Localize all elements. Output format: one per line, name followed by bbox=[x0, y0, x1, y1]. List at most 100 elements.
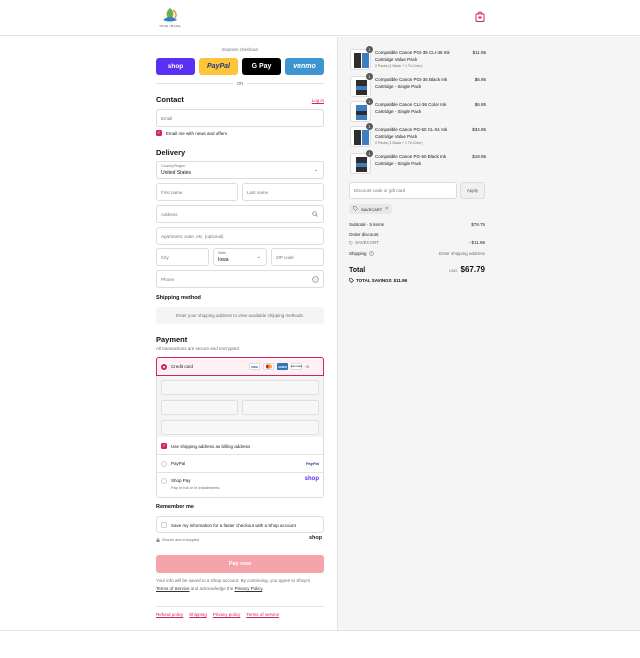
cart-item: 1 Compatible Canon PG-50 Black Ink Cartr… bbox=[350, 150, 486, 177]
terms-link[interactable]: Terms of Service bbox=[156, 586, 190, 591]
shipping-policy-link[interactable]: Shipping bbox=[189, 612, 207, 617]
zip-placeholder: ZIP code bbox=[276, 254, 294, 260]
credit-card-label: Credit card bbox=[171, 364, 194, 369]
email-placeholder: Email bbox=[161, 115, 173, 121]
apply-button[interactable]: Apply bbox=[460, 182, 485, 199]
shop-pay-radio[interactable] bbox=[161, 478, 167, 484]
remember-me-heading: Remember me bbox=[156, 504, 194, 510]
quantity-badge: 1 bbox=[366, 123, 373, 130]
divider bbox=[156, 606, 324, 607]
paypal-radio[interactable] bbox=[161, 460, 167, 467]
subtotal-row: Subtotal · 5 items $79.75 bbox=[349, 222, 485, 227]
expiration-field[interactable] bbox=[161, 400, 238, 415]
email-field[interactable]: Email bbox=[156, 109, 324, 127]
credit-card-radio[interactable] bbox=[161, 363, 167, 370]
item-name: Compatible Canon PGI-35 Black Ink Cartri… bbox=[375, 77, 448, 89]
tag-icon bbox=[353, 206, 358, 212]
security-code-field[interactable] bbox=[242, 400, 319, 415]
shop-pay-sub: Pay in full or in installments bbox=[171, 485, 220, 490]
legal-mid: and acknowledge the bbox=[189, 585, 235, 591]
save-info-row[interactable]: Save my information for a faster checkou… bbox=[156, 516, 324, 533]
shipping-method-heading: Shipping method bbox=[156, 295, 201, 301]
google-pay-button[interactable]: G Pay bbox=[242, 58, 281, 75]
cart-item: 1 Compatible Canon CLI-36 Color Ink Cart… bbox=[350, 98, 486, 125]
address-field[interactable]: Address bbox=[156, 205, 324, 223]
country-label: Country/Region bbox=[161, 164, 186, 168]
discount-code-field[interactable]: Discount code or gift card bbox=[349, 182, 457, 199]
payment-heading: Payment bbox=[156, 335, 188, 344]
phone-placeholder: Phone bbox=[161, 276, 175, 282]
state-value: Iowa bbox=[218, 257, 229, 263]
newsletter-label: Email me with news and offers bbox=[166, 130, 227, 136]
card-number-field[interactable] bbox=[161, 380, 319, 395]
header bbox=[0, 0, 640, 36]
shop-pay-button[interactable]: shop bbox=[156, 58, 195, 75]
billing-address-row[interactable]: ✓ Use shipping address as billing addres… bbox=[161, 443, 250, 449]
newsletter-row[interactable]: ✓ Email me with news and offers bbox=[156, 130, 227, 136]
privacy-policy-link[interactable]: Privacy policy bbox=[213, 612, 241, 617]
venmo-button[interactable]: venmo bbox=[285, 58, 324, 75]
search-icon bbox=[312, 211, 318, 218]
item-price: $34.95 bbox=[472, 127, 486, 132]
credit-card-option[interactable]: Credit card VISA AMEX DISCOVER +5 bbox=[156, 357, 324, 376]
shipping-method-notice: Enter your shipping address to view avai… bbox=[156, 307, 324, 324]
pay-now-button[interactable]: Pay now bbox=[156, 555, 324, 573]
total-value: $67.79 bbox=[460, 265, 485, 274]
savings-tag-icon bbox=[349, 278, 354, 283]
item-price: $11.95 bbox=[472, 50, 486, 55]
quantity-badge: 1 bbox=[366, 150, 373, 157]
shop-pay-option[interactable]: Shop Pay Pay in full or in installments … bbox=[157, 473, 323, 497]
first-name-field[interactable]: First name bbox=[156, 183, 238, 201]
newsletter-checkbox[interactable]: ✓ bbox=[156, 130, 162, 136]
zip-field[interactable]: ZIP code bbox=[271, 248, 324, 266]
more-cards-label: +5 bbox=[305, 364, 309, 369]
help-icon[interactable]: ? bbox=[312, 276, 319, 284]
savings-value: $11.96 bbox=[393, 278, 408, 283]
phone-field[interactable]: Phone ? bbox=[156, 270, 324, 288]
refund-policy-link[interactable]: Refund policy bbox=[156, 612, 183, 617]
amex-icon: AMEX bbox=[277, 363, 288, 370]
apartment-field[interactable]: Apartment, suite, etc. (optional) bbox=[156, 227, 324, 245]
last-name-field[interactable]: Last name bbox=[242, 183, 324, 201]
paypal-option-label: PayPal bbox=[171, 461, 186, 466]
billing-label: Use shipping address as billing address bbox=[171, 443, 251, 449]
save-info-checkbox[interactable] bbox=[161, 522, 167, 528]
total-row: Total USD $67.79 bbox=[349, 265, 485, 274]
login-link[interactable]: Log in bbox=[300, 98, 324, 103]
help-icon[interactable]: ? bbox=[368, 251, 374, 256]
currency-label: USD bbox=[448, 268, 458, 273]
savings-label: TOTAL SAVINGS bbox=[356, 278, 392, 283]
item-name: Compatible Canon PGI-35 CLI-36 Ink Cartr… bbox=[375, 50, 450, 62]
paypal-option[interactable]: PayPal PayPal bbox=[157, 455, 323, 472]
visa-icon: VISA bbox=[249, 363, 260, 370]
billing-checkbox[interactable]: ✓ bbox=[161, 443, 167, 449]
subtotal-value: $79.75 bbox=[471, 222, 485, 227]
shop-logo: shop bbox=[309, 535, 323, 541]
country-value: United States bbox=[161, 170, 192, 176]
shop-pay-label: Shop Pay bbox=[171, 478, 191, 483]
country-select[interactable]: Country/Region United States ⌄ bbox=[156, 161, 324, 179]
state-label: State bbox=[218, 251, 227, 255]
item-price: $6.95 bbox=[474, 77, 486, 82]
state-select[interactable]: State Iowa ⌄ bbox=[213, 248, 267, 266]
name-on-card-field[interactable] bbox=[161, 420, 319, 435]
store-logo-text: TRUE IMAGE bbox=[159, 24, 181, 28]
paypal-button[interactable]: PayPal bbox=[199, 58, 238, 75]
terms-of-service-link[interactable]: Terms of service bbox=[246, 612, 279, 617]
chevron-down-icon: ⌄ bbox=[256, 254, 261, 260]
discount-placeholder: Discount code or gift card bbox=[354, 188, 406, 193]
discount-value: - $11.96 bbox=[468, 240, 485, 245]
item-name: Compatible Canon CLI-36 Color Ink Cartri… bbox=[375, 102, 447, 114]
shopping-bag-icon[interactable] bbox=[475, 11, 485, 22]
shipping-value: Enter shipping address bbox=[438, 251, 485, 256]
total-savings-row: TOTAL SAVINGS $11.96 bbox=[349, 278, 407, 283]
privacy-link[interactable]: Privacy Policy bbox=[235, 586, 263, 591]
remove-discount-icon[interactable]: × bbox=[385, 206, 388, 212]
or-label: OR bbox=[236, 81, 244, 86]
mastercard-icon bbox=[263, 363, 274, 370]
shipping-row: Shipping ? Enter shipping address bbox=[349, 251, 485, 256]
city-field[interactable]: City bbox=[156, 248, 209, 266]
quantity-badge: 1 bbox=[366, 98, 373, 105]
cart-item: 1 Compatible Canon PG-50 CL-51 Ink Cartr… bbox=[350, 123, 486, 150]
express-checkout-title: Express checkout bbox=[222, 47, 258, 52]
